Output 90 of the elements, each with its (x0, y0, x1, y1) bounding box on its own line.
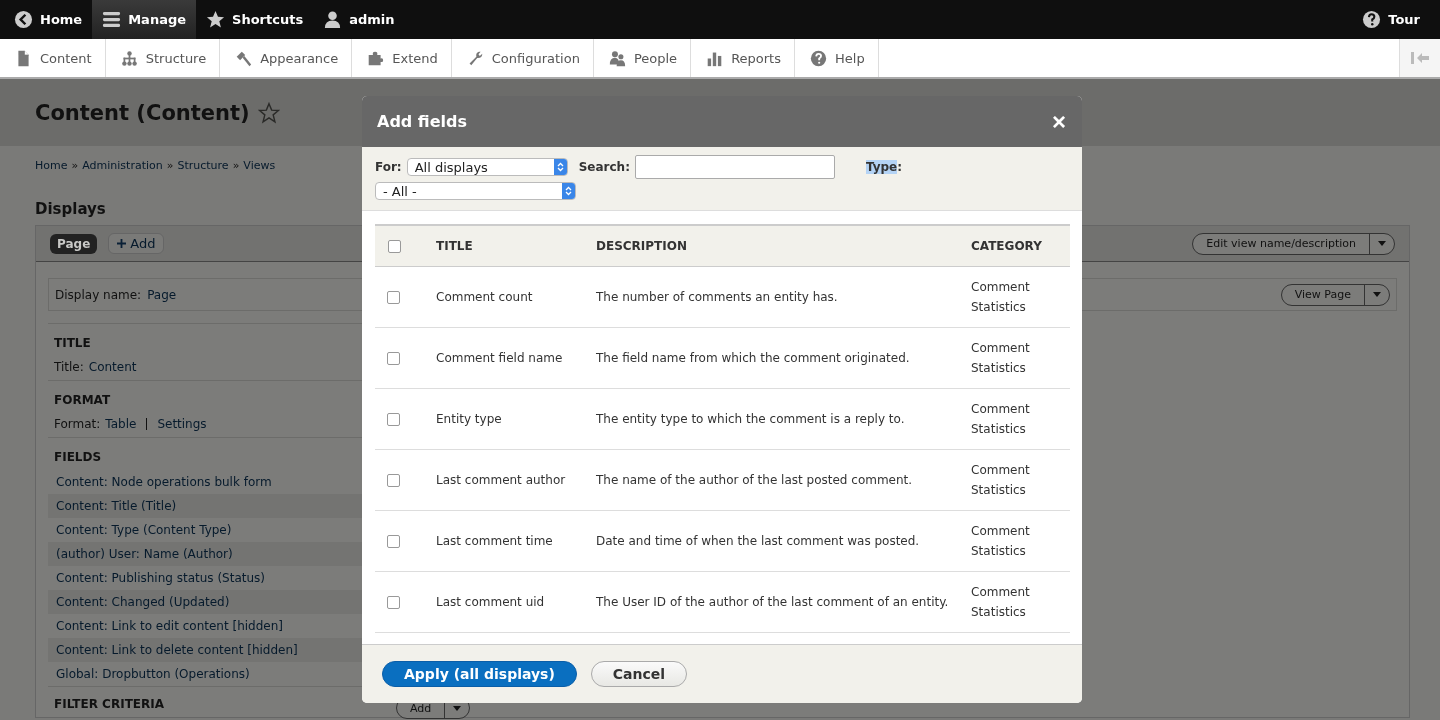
menu-icon (102, 10, 122, 29)
table-cell-text: Comment Statistics (971, 401, 1031, 438)
people-icon (608, 49, 626, 67)
page-title: Content (Content) (35, 100, 250, 125)
type-select[interactable]: - All - (375, 182, 576, 200)
help-icon (1362, 10, 1382, 29)
add-display-button[interactable]: Add (108, 233, 165, 254)
display-tab[interactable]: Page (50, 233, 98, 254)
select-arrows-icon (553, 159, 567, 175)
apply-button[interactable]: Apply (all displays) (382, 661, 577, 687)
caret-icon (1373, 292, 1381, 297)
table-cell-text: Comment field name (436, 351, 564, 365)
setting-label: Title: (54, 360, 84, 374)
column-header: DESCRIPTION (596, 239, 688, 253)
column-header: CATEGORY (971, 238, 1043, 255)
breadcrumb-separator: » (166, 159, 174, 172)
cancel-button[interactable]: Cancel (590, 661, 688, 687)
select-arrows-icon (562, 183, 575, 199)
setting-link[interactable]: Content (88, 360, 137, 374)
tray-link[interactable]: Configuration (451, 39, 594, 77)
breadcrumb-link[interactable]: Views (243, 159, 276, 172)
breadcrumb-separator: » (71, 159, 79, 172)
table-cell-text: The field name from which the comment originated. (596, 351, 911, 365)
breadcrumb-link[interactable]: Home (35, 159, 68, 172)
collapse-icon (1410, 51, 1430, 65)
toolbar-tab[interactable]: Manage (92, 0, 197, 39)
star-icon[interactable] (257, 101, 280, 124)
table-cell-text: The entity type to which the comment is a reply to. (596, 412, 906, 426)
table-cell-text: Comment Statistics (971, 523, 1031, 560)
help-icon (810, 49, 827, 67)
display-name-label: Display name: (55, 287, 142, 302)
table-cell-text: Comment Statistics (971, 462, 1031, 499)
section-heading: Displays (35, 200, 107, 218)
table-cell-text: The name of the author of the last posted comment. (596, 473, 914, 487)
display-name-link[interactable]: Page (147, 287, 177, 302)
setting-label: Format: (54, 417, 101, 431)
document-icon (15, 49, 32, 67)
table-cell-text: Comment count (436, 290, 534, 304)
table-cell-text: Comment Statistics (971, 279, 1031, 316)
toolbar-tab[interactable]: admin (313, 0, 405, 39)
tray-link[interactable]: People (593, 39, 692, 77)
caret-icon (453, 705, 462, 711)
table-cell-text: Date and time of when the last comment was posted. (596, 534, 921, 548)
user-icon (323, 10, 343, 29)
tray-link[interactable]: Content (0, 39, 106, 77)
for-select[interactable]: All displays (406, 158, 568, 176)
table-cell-text: Comment Statistics (971, 584, 1031, 621)
sitemap-icon (120, 49, 138, 67)
row-checkbox[interactable] (387, 534, 400, 548)
column-header: TITLE (436, 239, 474, 253)
puzzle-icon (367, 49, 385, 67)
type-label: Type: (865, 160, 903, 174)
caret-icon (1378, 241, 1386, 246)
row-checkbox[interactable] (387, 412, 400, 426)
plus-icon (117, 239, 127, 248)
close-button[interactable]: × (1052, 109, 1066, 134)
for-label: For: (375, 160, 402, 174)
breadcrumb-separator: » (232, 159, 240, 172)
setting-link[interactable]: Settings (157, 417, 207, 431)
row-checkbox[interactable] (387, 473, 400, 487)
row-checkbox[interactable] (387, 290, 400, 304)
search-label: Search: (578, 160, 630, 174)
table-cell-text: The User ID of the author of the last comment of an entity. (596, 595, 950, 609)
edit-view-dropbutton[interactable]: Edit view name/description (1192, 232, 1395, 255)
table-cell-text: Entity type (436, 412, 503, 426)
table-cell-text: The number of comments an entity has. (596, 290, 839, 304)
row-checkbox[interactable] (387, 351, 400, 365)
collapse-tray-button[interactable] (1399, 39, 1440, 77)
tray-link[interactable]: Extend (352, 39, 452, 77)
row-checkbox[interactable] (387, 595, 400, 609)
select-all-checkbox[interactable] (388, 239, 401, 253)
tray-link[interactable]: Structure (105, 39, 221, 77)
toolbar-tab[interactable]: Shortcuts (196, 0, 314, 39)
view-page-dropbutton[interactable]: View Page (1280, 283, 1390, 306)
star-icon (206, 10, 226, 29)
tray-link[interactable]: Help (795, 39, 879, 77)
dialog-title: Add fields (377, 112, 469, 131)
tray-link[interactable]: Reports (691, 39, 795, 77)
table-cell-text: Last comment author (436, 473, 567, 487)
table-cell-text: Last comment time (436, 534, 554, 548)
table-cell-text: Comment Statistics (971, 340, 1031, 377)
toolbar-tab[interactable]: Home (4, 0, 93, 39)
tray-link[interactable]: Appearance (220, 39, 353, 77)
search-field[interactable] (634, 155, 835, 179)
back-icon (14, 10, 33, 29)
breadcrumb-link[interactable]: Structure (177, 159, 229, 172)
breadcrumb-link[interactable]: Administration (82, 159, 163, 172)
table-cell-text: Last comment uid (436, 595, 546, 609)
setting-link[interactable]: Table (105, 417, 137, 431)
tour-button[interactable]: Tour (1352, 0, 1430, 39)
